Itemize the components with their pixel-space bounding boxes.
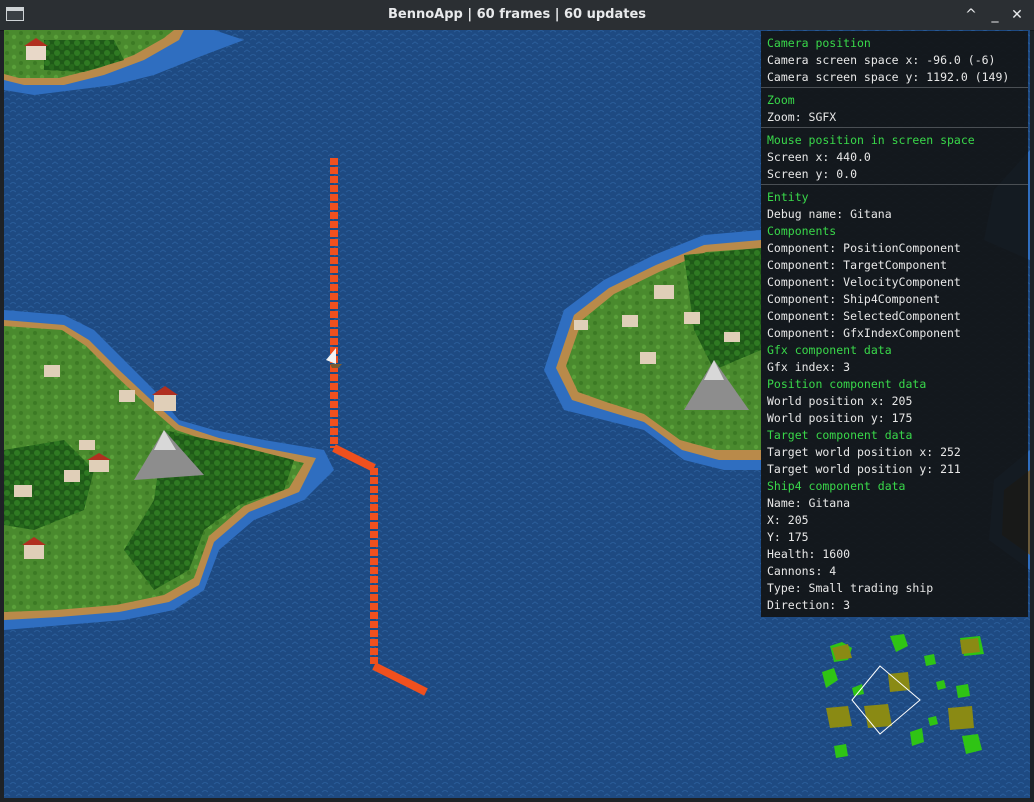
ship-name: Name: Gitana xyxy=(767,496,851,510)
title-bar: BennoApp | 60 frames | 60 updates ^ _ ✕ xyxy=(0,0,1034,31)
camera-x: Camera screen space x: -96.0 (-6) xyxy=(767,53,996,67)
ship-heading: Ship4 component data xyxy=(767,479,906,493)
mouse-y: Screen y: 0.0 xyxy=(767,167,858,181)
camera-section: Camera position Camera screen space x: -… xyxy=(761,31,1028,88)
target-heading: Target component data xyxy=(767,428,913,442)
component-item: Component: TargetComponent xyxy=(767,258,948,272)
debug-panel: Camera position Camera screen space x: -… xyxy=(761,31,1028,617)
world-position-x: World position x: 205 xyxy=(767,394,913,408)
ship-x: X: 205 xyxy=(767,513,809,527)
component-item: Component: SelectedComponent xyxy=(767,309,961,323)
mouse-heading: Mouse position in screen space xyxy=(767,133,975,147)
gfx-index: Gfx index: 3 xyxy=(767,360,851,374)
component-item: Component: PositionComponent xyxy=(767,241,961,255)
window-title: BennoApp | 60 frames | 60 updates xyxy=(387,7,647,22)
mouse-x: Screen x: 440.0 xyxy=(767,150,871,164)
target-position-x: Target world position x: 252 xyxy=(767,445,961,459)
world-position-y: World position y: 175 xyxy=(767,411,913,425)
component-item: Component: GfxIndexComponent xyxy=(767,326,961,340)
ship-cannons: Cannons: 4 xyxy=(767,564,837,578)
entity-debug-name: Debug name: Gitana xyxy=(767,207,892,221)
component-item: Component: VelocityComponent xyxy=(767,275,961,289)
entity-section: Entity Debug name: Gitana Components Com… xyxy=(761,185,1028,615)
entity-heading: Entity xyxy=(767,190,809,204)
gfx-heading: Gfx component data xyxy=(767,343,892,357)
ship-direction: Direction: 3 xyxy=(767,598,851,612)
position-heading: Position component data xyxy=(767,377,927,391)
ship-health: Health: 1600 xyxy=(767,547,851,561)
component-item: Component: Ship4Component xyxy=(767,292,941,306)
maximize-button[interactable]: ^ xyxy=(962,6,980,24)
minimize-button[interactable]: _ xyxy=(986,6,1004,24)
close-button[interactable]: ✕ xyxy=(1008,6,1026,24)
mouse-section: Mouse position in screen space Screen x:… xyxy=(761,128,1028,185)
components-heading: Components xyxy=(767,224,837,238)
minimap[interactable] xyxy=(812,628,1012,768)
camera-y: Camera screen space y: 1192.0 (149) xyxy=(767,70,1010,84)
target-position-y: Target world position y: 211 xyxy=(767,462,961,476)
zoom-heading: Zoom xyxy=(767,93,795,107)
camera-heading: Camera position xyxy=(767,36,871,50)
zoom-section: Zoom Zoom: SGFX xyxy=(761,88,1028,128)
ship-type: Type: Small trading ship xyxy=(767,581,934,595)
ship-y: Y: 175 xyxy=(767,530,809,544)
zoom-value: Zoom: SGFX xyxy=(767,110,837,124)
house xyxy=(26,46,46,60)
